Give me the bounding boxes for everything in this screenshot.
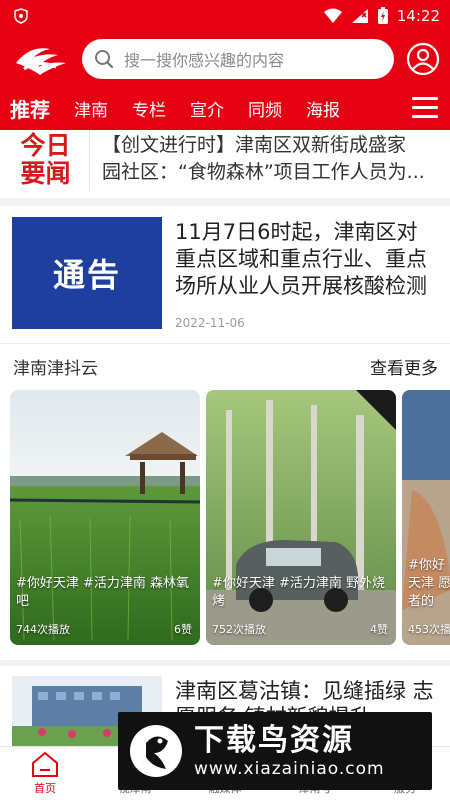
video-card[interactable]: #你好天津 愿者的 453次播 bbox=[402, 390, 450, 645]
news-thumbnail: 通告 bbox=[12, 217, 162, 329]
watermark-url: www.xiazainiao.com bbox=[194, 759, 385, 779]
nav-tab-column[interactable]: 专栏 bbox=[132, 96, 166, 121]
home-icon bbox=[32, 751, 58, 777]
nav-tab-jinnan[interactable]: 津南 bbox=[74, 96, 108, 121]
nav-tab-promo[interactable]: 宣介 bbox=[190, 96, 224, 121]
tab-home[interactable]: 首页 bbox=[0, 747, 90, 800]
category-nav: 推荐 津南 专栏 宣介 同频 海报 bbox=[0, 86, 450, 130]
nav-tab-sync[interactable]: 同频 bbox=[248, 96, 282, 121]
video-card[interactable]: #你好天津 #活力津南 森林氧吧 744次播放 6赞 bbox=[10, 390, 200, 645]
user-profile-icon[interactable] bbox=[406, 42, 440, 76]
video-play-count: 453次播 bbox=[408, 623, 450, 636]
battery-icon bbox=[377, 7, 388, 24]
search-bar[interactable]: 搜一搜你感兴趣的内容 bbox=[82, 39, 394, 79]
video-caption: #你好天津 #活力津南 野外烧烤 bbox=[212, 576, 386, 609]
search-icon bbox=[95, 50, 114, 69]
today-news-text: 【创文进行时】津南区双新街成盛家 园社区：“食物森林”项目工作人员为... bbox=[102, 134, 425, 183]
video-card[interactable]: #你好天津 #活力津南 野外烧烤 752次播放 4赞 bbox=[206, 390, 396, 645]
shield-icon bbox=[14, 8, 28, 24]
view-more-link[interactable]: 查看更多 bbox=[370, 354, 438, 379]
watermark: 下载鸟资源 www.xiazainiao.com bbox=[118, 712, 432, 790]
today-news-badge: 今日 要闻 bbox=[2, 130, 90, 190]
wifi-icon bbox=[323, 8, 342, 23]
signal-icon bbox=[351, 9, 368, 23]
news-title: 11月7日6时起，津南区对重点区域和重点行业、重点场所从业人员开展核酸检测 bbox=[175, 220, 427, 298]
search-placeholder: 搜一搜你感兴趣的内容 bbox=[124, 51, 285, 70]
video-caption: #你好天津 愿者的 bbox=[408, 558, 450, 609]
nav-tab-poster[interactable]: 海报 bbox=[306, 96, 340, 121]
news-date: 2022-11-06 bbox=[175, 316, 245, 330]
video-carousel[interactable]: #你好天津 #活力津南 森林氧吧 744次播放 6赞 #你好天津 #活力津南 野… bbox=[0, 390, 450, 646]
video-like-count: 4赞 bbox=[370, 623, 388, 636]
status-bar: 14:22 bbox=[0, 0, 450, 32]
menu-icon[interactable] bbox=[412, 97, 438, 119]
today-news-item[interactable]: 今日 要闻 【创文进行时】津南区双新街成盛家 园社区：“食物森林”项目工作人员为… bbox=[0, 130, 450, 196]
watermark-title: 下载鸟资源 bbox=[194, 723, 354, 758]
watermark-bird-logo bbox=[130, 725, 182, 777]
app-logo[interactable] bbox=[10, 39, 72, 79]
video-section-header: 津南津抖云 查看更多 bbox=[0, 344, 450, 388]
divider bbox=[0, 198, 450, 206]
section-title: 津南津抖云 bbox=[13, 358, 98, 379]
video-like-count: 6赞 bbox=[174, 623, 192, 636]
status-time: 14:22 bbox=[396, 7, 440, 25]
app-header: 搜一搜你感兴趣的内容 bbox=[0, 32, 450, 86]
video-caption: #你好天津 #活力津南 森林氧吧 bbox=[16, 576, 190, 609]
video-play-count: 744次播放 bbox=[16, 623, 70, 636]
video-play-count: 752次播放 bbox=[212, 623, 266, 636]
nav-tab-recommend[interactable]: 推荐 bbox=[10, 94, 50, 123]
news-item[interactable]: 通告 11月7日6时起，津南区对重点区域和重点行业、重点场所从业人员开展核酸检测… bbox=[0, 206, 450, 344]
